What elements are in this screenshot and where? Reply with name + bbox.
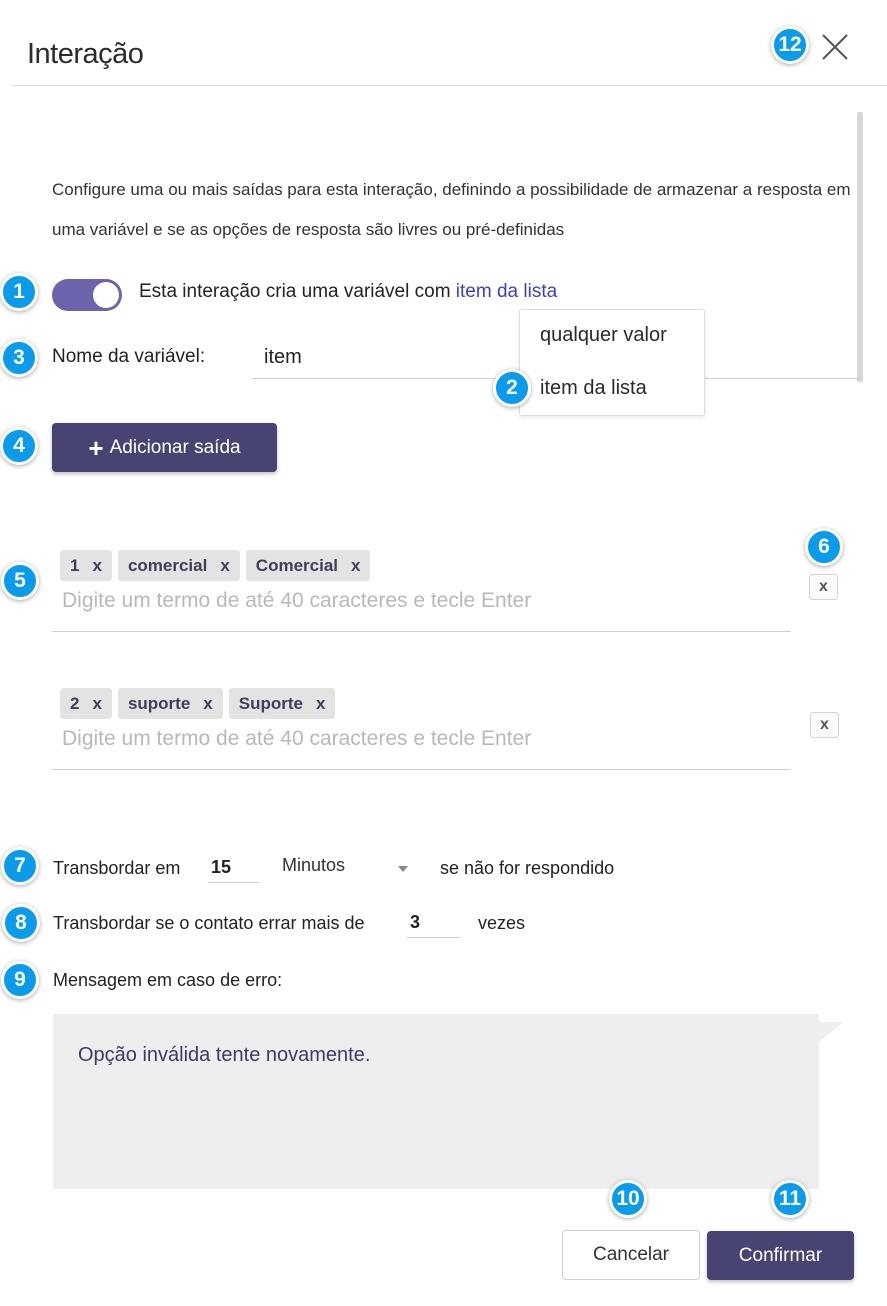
tag-remove-icon[interactable]: x <box>316 694 325 714</box>
tag-label: comercial <box>127 555 208 575</box>
tag-remove-icon[interactable]: x <box>203 694 212 714</box>
output-card: 1x comercial x Comercial x <box>52 550 791 632</box>
add-output-button[interactable]: + Adicionar saída <box>52 423 277 472</box>
tag-chip: Suporte x <box>228 688 336 719</box>
error-message-label: Mensagem em caso de erro: <box>53 970 283 990</box>
tag-chip: comercial x <box>117 550 240 581</box>
tag-remove-icon[interactable]: x <box>220 556 229 576</box>
tag-label: 2 <box>70 693 80 713</box>
remove-output-button[interactable]: x <box>809 574 838 600</box>
confirm-button[interactable]: Confirmar <box>707 1231 854 1280</box>
dropdown-option-list-item[interactable]: item da lista <box>540 377 647 400</box>
plus-icon: + <box>88 432 104 463</box>
annotation-badge: 7 <box>1 847 39 885</box>
header-divider <box>12 85 887 86</box>
overflow-errors-input[interactable] <box>407 908 460 938</box>
tag-label: 1 <box>70 555 80 575</box>
overflow-errors-prefix: Transbordar se o contato errar mais de <box>53 913 365 933</box>
tag-chip: suporte x <box>117 688 223 719</box>
annotation-badge: 8 <box>2 904 40 942</box>
annotation-badge: 12 <box>771 26 809 64</box>
chevron-down-icon <box>398 866 408 872</box>
variable-type-dropdown: qualquer valor item da lista <box>519 309 705 416</box>
overflow-time-input[interactable] <box>208 853 259 883</box>
tag-chip: 1x <box>60 550 112 581</box>
add-output-label: Adicionar saída <box>109 436 241 458</box>
tag-label: suporte <box>127 693 191 713</box>
annotation-badge: 5 <box>1 562 39 600</box>
overflow-time-prefix: Transbordar em <box>53 858 181 878</box>
variable-toggle[interactable] <box>52 279 122 311</box>
close-icon[interactable] <box>818 30 852 64</box>
dialog-title: Interação <box>27 38 144 70</box>
tag-remove-icon[interactable]: x <box>92 556 101 576</box>
annotation-badge: 4 <box>0 427 38 465</box>
overflow-errors-suffix: vezes <box>478 913 526 933</box>
tag-remove-icon[interactable]: x <box>92 694 101 714</box>
annotation-badge: 9 <box>1 961 39 999</box>
tag-list: 2x suporte x Suporte x <box>60 688 336 719</box>
error-box-notch <box>819 1022 843 1042</box>
variable-type-link[interactable]: item da lista <box>456 281 557 302</box>
annotation-badge: 10 <box>609 1180 647 1218</box>
annotation-badge: 1 <box>0 273 38 311</box>
tag-remove-icon[interactable]: x <box>351 556 360 576</box>
time-unit-select[interactable]: Minutos <box>282 855 412 883</box>
tag-list: 1x comercial x Comercial x <box>60 550 371 581</box>
time-unit-value: Minutos <box>282 855 346 875</box>
output-card: 2x suporte x Suporte x <box>52 688 791 770</box>
output-term-input[interactable] <box>62 727 762 751</box>
output-term-input[interactable] <box>62 589 762 613</box>
remove-output-button[interactable]: x <box>810 712 839 738</box>
dropdown-option-any-value[interactable]: qualquer valor <box>540 324 667 347</box>
toggle-label: Esta interação cria uma variável com ite… <box>139 281 557 303</box>
error-message-textarea[interactable] <box>53 1014 819 1189</box>
toggle-knob <box>93 282 119 308</box>
cancel-button[interactable]: Cancelar <box>562 1230 700 1280</box>
error-message-text: Opção inválida tente novamente. <box>78 1044 371 1066</box>
tag-label: Comercial <box>255 555 338 575</box>
annotation-badge: 3 <box>0 339 38 377</box>
variable-name-label: Nome da variável: <box>52 346 206 367</box>
tag-chip: Comercial x <box>245 550 371 581</box>
annotation-badge: 6 <box>805 528 843 566</box>
annotation-badge: 11 <box>771 1180 809 1218</box>
overflow-time-suffix: se não for respondido <box>440 858 615 878</box>
annotation-badge: 2 <box>493 369 531 407</box>
intro-text: Configure uma ou mais saídas para esta i… <box>52 180 851 239</box>
tag-chip: 2x <box>60 688 112 719</box>
toggle-label-text: Esta interação cria uma variável com <box>139 281 456 302</box>
tag-label: Suporte <box>238 693 303 713</box>
